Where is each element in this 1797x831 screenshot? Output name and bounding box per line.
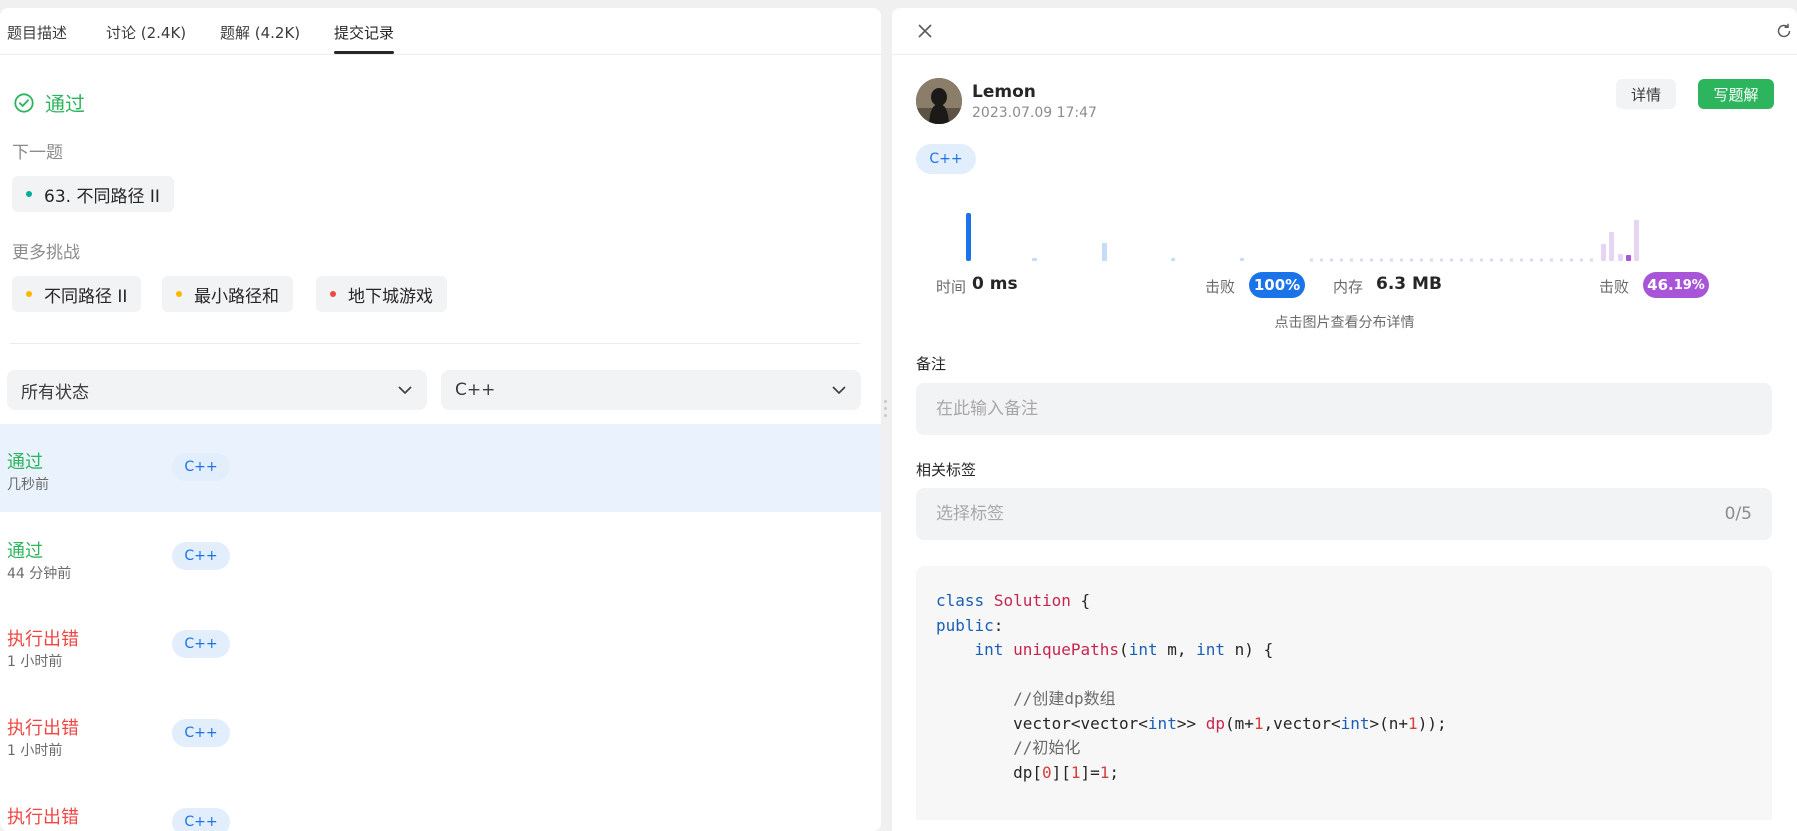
check-circle-icon [14,92,34,113]
submission-row[interactable]: 通过 几秒前 C++ [0,424,881,512]
write-solution-button[interactable]: 写题解 [1698,79,1774,109]
status-text: 通过 [45,92,85,116]
runtime-bar [1032,258,1037,261]
language-badge: C++ [172,630,230,658]
submission-row[interactable]: 执行出错 C++ [0,779,881,831]
tags-input[interactable] [916,488,1772,540]
tab-bar: 题目描述 讨论 (2.4K) 题解 (4.2K) 提交记录 [0,8,881,55]
submission-time: 几秒前 [7,477,49,493]
next-problem-title: 63. 不同路径 II [44,186,160,207]
distribution-chart[interactable]: 时间 0 ms 击败 100% 内存 6.3 MB 击败 46. 19% [916,188,1796,318]
bottom-panel-edge [892,820,1797,831]
submission-status: 执行出错 [7,718,79,739]
runtime-value: 0 ms [972,274,1018,294]
code-line: class Solution { [936,591,1091,610]
runtime-beat-badge: 100% [1249,272,1305,298]
language-badge: C++ [172,719,230,747]
challenge-chip[interactable]: 最小路径和 [162,276,293,312]
code-line: int uniquePaths(int m, int n) { [974,640,1274,659]
difficulty-dot [176,291,182,297]
submission-status: 通过 [7,541,43,562]
runtime-bar [1102,243,1107,261]
memory-label: 内存 [1333,278,1364,296]
difficulty-dot [26,191,32,197]
distribution-hint: 点击图片查看分布详情 [1274,315,1415,331]
note-label: 备注 [916,355,947,373]
submission-row[interactable]: 执行出错 1 小时前 C++ [0,690,881,778]
language-badge: C++ [916,144,976,174]
tags-label: 相关标签 [916,461,977,479]
code-line: vector<vector<int>> dp(m+1,vector<int>(n… [936,713,1447,733]
challenge-title: 不同路径 II [44,286,128,307]
code-viewer[interactable]: class Solution { public: int uniquePaths… [916,566,1772,831]
code-block: class Solution { public: int uniquePaths… [916,566,1772,808]
memory-beat-int: 46. [1647,276,1674,294]
submission-time: 44 分钟前 [7,566,72,582]
code-line: public: [936,615,1004,635]
close-icon[interactable] [916,22,934,40]
submission-detail-panel: Lemon 2023.07.09 17:47 详情 写题解 C++ 时间 0 m… [892,8,1797,831]
more-challenges-label: 更多挑战 [12,243,80,263]
memory-value: 6.3 MB [1376,274,1442,294]
runtime-bar-selected [966,213,971,261]
next-problem-chip[interactable]: 63. 不同路径 II [12,176,174,212]
runtime-bar [1171,258,1175,261]
challenge-chip[interactable]: 不同路径 II [12,276,142,312]
left-panel: 题目描述 讨论 (2.4K) 题解 (4.2K) 提交记录 通过 下一题 63.… [0,8,881,831]
code-line: dp[0][1]=1; [936,762,1120,782]
detail-button[interactable]: 详情 [1616,79,1676,109]
memory-beat-label: 击败 [1599,278,1630,296]
username[interactable]: Lemon [972,82,1036,102]
tags-count: 0/5 [1724,504,1752,524]
challenge-chip[interactable]: 地下城游戏 [316,276,447,312]
status-filter-select[interactable]: 所有状态 [7,370,427,410]
status-filter-value: 所有状态 [21,382,89,403]
divider [892,54,1797,55]
tab-submissions[interactable]: 提交记录 [334,22,394,43]
language-badge: C++ [172,808,230,831]
note-input[interactable] [916,383,1772,435]
runtime-beat-label: 击败 [1205,278,1236,296]
runtime-bar [1240,258,1244,261]
divider [10,343,860,344]
submission-time: 1 小时前 [7,654,63,670]
tab-description[interactable]: 题目描述 [7,22,67,43]
submission-date: 2023.07.09 17:47 [972,105,1097,121]
tab-discussion[interactable]: 讨论 (2.4K) [106,22,186,43]
submission-status: 通过 [7,452,43,473]
chevron-down-icon [832,386,846,395]
challenge-title: 地下城游戏 [348,286,433,307]
submission-row[interactable]: 执行出错 1 小时前 C++ [0,601,881,689]
chevron-down-icon [398,386,412,395]
language-badge: C++ [172,453,230,481]
difficulty-dot [330,291,336,297]
difficulty-dot [26,291,32,297]
language-badge: C++ [172,542,230,570]
language-filter-value: C++ [455,380,496,400]
memory-beat-dec: 19% [1673,277,1705,293]
refresh-icon[interactable] [1775,22,1793,40]
code-line: //初始化 [1013,738,1081,757]
code-line: //创建dp数组 [1013,689,1116,708]
language-filter-select[interactable]: C++ [441,370,861,410]
avatar[interactable] [916,78,962,124]
memory-beat-badge: 46. 19% [1643,272,1709,298]
challenge-title: 最小路径和 [194,286,279,307]
submission-status: 执行出错 [7,807,79,828]
panel-resize-handle[interactable] [884,400,887,424]
runtime-label: 时间 [936,278,967,296]
submission-row[interactable]: 通过 44 分钟前 C++ [0,513,881,601]
result-status: 通过 [13,88,85,117]
tab-solutions[interactable]: 题解 (4.2K) [220,22,300,43]
submission-status: 执行出错 [7,629,79,650]
next-problem-label: 下一题 [12,143,63,163]
active-tab-indicator [334,51,394,54]
submission-time: 1 小时前 [7,743,63,759]
distribution-bars [966,213,1639,262]
memory-bars [1310,220,1639,262]
tags-field[interactable]: 0/5 [916,488,1772,540]
